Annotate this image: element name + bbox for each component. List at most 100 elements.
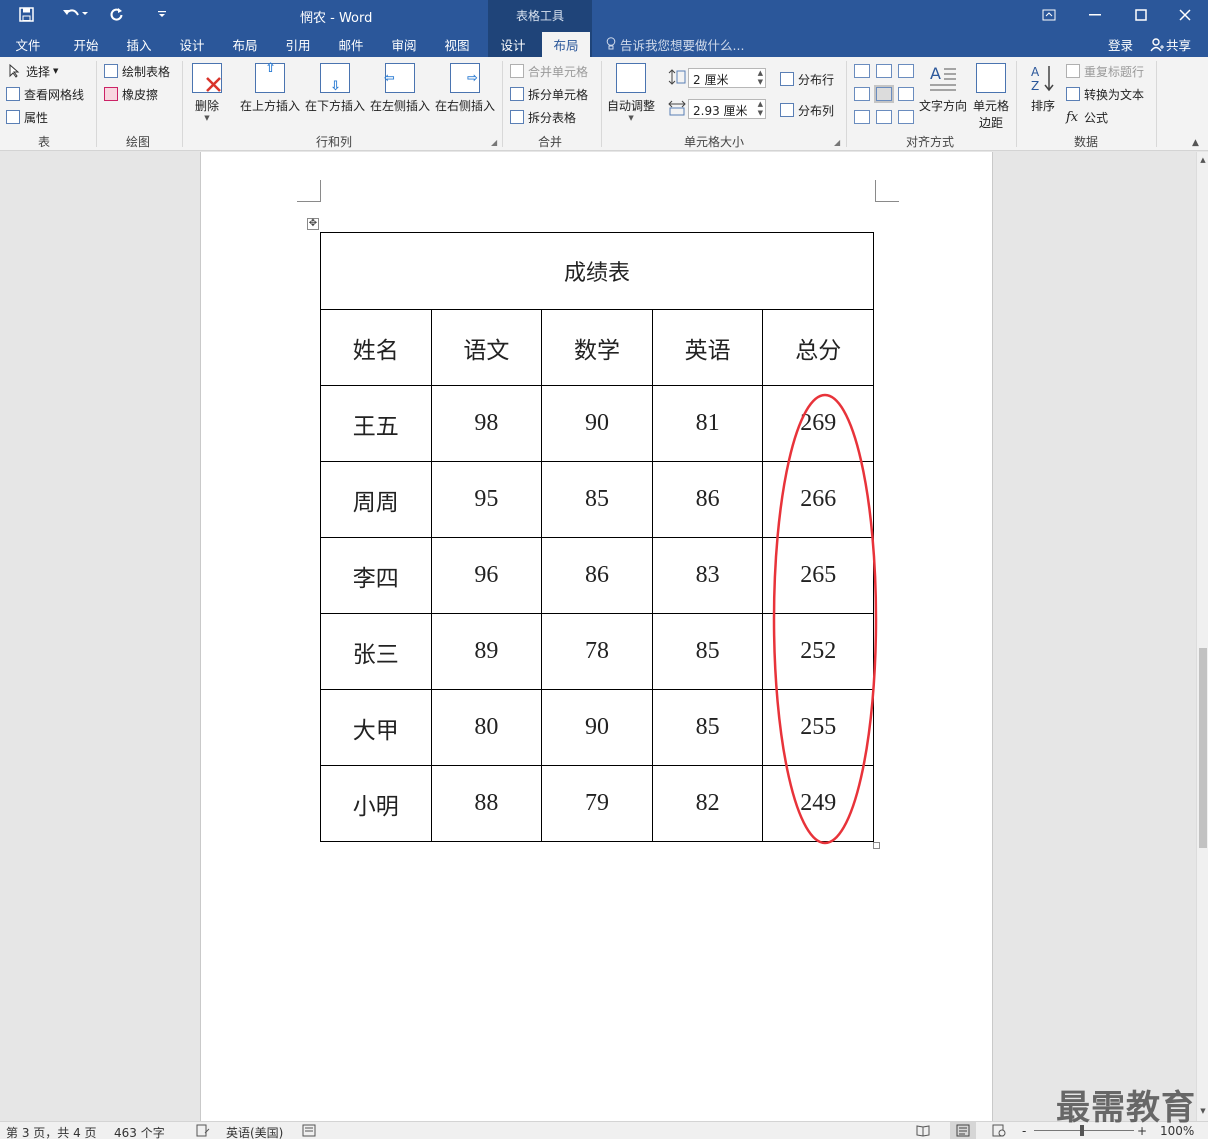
minimize-button[interactable] [1072,0,1118,30]
tab-insert[interactable]: 插入 [119,35,159,57]
table-header-cell[interactable]: 英语 [651,309,764,386]
split-table-button[interactable]: 拆分表格 [510,107,576,127]
page-count[interactable]: 第 3 页，共 4 页 [6,1124,97,1139]
align-middle-left-icon[interactable] [854,87,870,101]
word-count[interactable]: 463 个字 [114,1124,165,1139]
text-direction-button[interactable]: A 文字方向 [919,63,967,114]
student-name-cell[interactable]: 王五 [320,385,432,462]
student-name-cell[interactable]: 张三 [320,613,432,690]
redo-icon[interactable] [104,3,128,25]
total-score-cell[interactable]: 269 [762,385,874,462]
delete-button[interactable]: 删除 ▼ [192,63,222,122]
language-indicator[interactable]: 英语(美国) [226,1124,283,1139]
repeat-header-rows-button[interactable]: 重复标题行 [1066,61,1144,81]
align-bottom-right-icon[interactable] [898,110,914,124]
align-top-center-icon[interactable] [876,64,892,78]
view-gridlines-button[interactable]: 查看网格线 [6,84,84,104]
web-layout-icon[interactable] [992,1124,1006,1139]
autofit-button[interactable]: 自动调整 ▼ [607,63,655,122]
dialog-launcher-icon[interactable]: ◢ [491,139,499,147]
tell-me-search[interactable]: 告诉我您想要做什么... [606,35,744,54]
formula-button[interactable]: fx 公式 [1066,107,1108,127]
table-move-handle-icon[interactable]: ✥ [307,218,319,230]
score-cell[interactable]: 86 [651,461,764,538]
save-icon[interactable] [14,3,38,25]
score-cell[interactable]: 88 [430,765,543,842]
score-cell[interactable]: 96 [430,537,543,614]
align-middle-right-icon[interactable] [898,87,914,101]
score-cell[interactable]: 85 [651,613,764,690]
spinner-arrows-icon[interactable]: ▲ ▼ [758,69,763,87]
score-cell[interactable]: 95 [430,461,543,538]
row-height-input[interactable]: 2 厘米 ▲ ▼ [688,68,766,88]
table-title-cell[interactable]: 成绩表 [320,232,874,310]
insert-below-button[interactable]: ⇩ 在下方插入 [305,63,365,114]
score-cell[interactable]: 82 [651,765,764,842]
sort-button[interactable]: AZ 排序 [1028,63,1058,114]
sign-in-link[interactable]: 登录 [1108,35,1133,54]
score-table[interactable]: 成绩表 姓名 语文 数学 英语 总分 王五 98 90 81 269 周周 95 85 86 266 李四 96… [320,232,874,842]
merge-cells-button[interactable]: 合并单元格 [510,61,588,81]
student-name-cell[interactable]: 小明 [320,765,432,842]
tab-mailings[interactable]: 邮件 [331,35,371,57]
column-width-input[interactable]: 2.93 厘米 ▲ ▼ [688,99,766,119]
zoom-slider-track[interactable] [1034,1130,1134,1131]
ribbon-display-options-icon[interactable] [1026,0,1072,30]
spinner-arrows-icon[interactable]: ▲ ▼ [758,100,763,118]
proofing-icon[interactable] [196,1124,210,1139]
score-cell[interactable]: 80 [430,689,543,766]
score-cell[interactable]: 78 [541,613,653,690]
eraser-button[interactable]: 橡皮擦 [104,84,158,104]
score-cell[interactable]: 79 [541,765,653,842]
insert-left-button[interactable]: ⇦ 在左侧插入 [370,63,430,114]
align-bottom-center-icon[interactable] [876,110,892,124]
table-header-cell[interactable]: 姓名 [320,309,432,386]
tab-references[interactable]: 引用 [278,35,318,57]
print-layout-icon[interactable] [950,1122,976,1139]
align-top-right-icon[interactable] [898,64,914,78]
total-score-cell[interactable]: 249 [762,765,874,842]
collapse-ribbon-icon[interactable]: ▲ [1192,138,1199,148]
tab-home[interactable]: 开始 [66,35,106,57]
cell-margins-button[interactable]: 单元格 边距 [973,63,1009,131]
tab-view[interactable]: 视图 [437,35,477,57]
share-button[interactable]: 共享 [1146,32,1195,54]
student-name-cell[interactable]: 大甲 [320,689,432,766]
draw-table-button[interactable]: 绘制表格 [104,61,170,81]
table-header-cell[interactable]: 数学 [541,309,653,386]
student-name-cell[interactable]: 周周 [320,461,432,538]
read-mode-icon[interactable] [916,1124,930,1139]
align-top-left-icon[interactable] [854,64,870,78]
insert-above-button[interactable]: ⇧ 在上方插入 [240,62,300,114]
maximize-button[interactable] [1118,0,1164,30]
total-score-cell[interactable]: 255 [762,689,874,766]
tab-layout[interactable]: 布局 [225,35,265,57]
table-header-cell[interactable]: 语文 [430,309,543,386]
table-resize-handle[interactable] [873,842,880,849]
score-cell[interactable]: 86 [541,537,653,614]
distribute-cols-button[interactable]: 分布列 [780,100,834,120]
align-bottom-left-icon[interactable] [854,110,870,124]
tab-design[interactable]: 设计 [172,35,212,57]
tab-file[interactable]: 文件 [8,35,48,57]
vertical-scrollbar[interactable]: ▲ ▼ [1196,152,1208,1121]
close-button[interactable] [1162,0,1208,30]
zoom-out-button[interactable]: - [1022,1124,1026,1138]
macro-record-icon[interactable] [302,1124,316,1139]
total-score-cell[interactable]: 265 [762,537,874,614]
score-cell[interactable]: 90 [541,385,653,462]
score-cell[interactable]: 83 [651,537,764,614]
undo-icon[interactable] [58,3,92,25]
score-cell[interactable]: 81 [651,385,764,462]
convert-to-text-button[interactable]: 转换为文本 [1066,84,1144,104]
scroll-up-icon[interactable]: ▲ [1197,156,1208,166]
distribute-rows-button[interactable]: 分布行 [780,69,834,89]
select-button[interactable]: 选择 ▼ [8,61,58,81]
student-name-cell[interactable]: 李四 [320,537,432,614]
tab-table-layout[interactable]: 布局 [542,32,590,57]
align-middle-center-icon[interactable] [874,85,894,103]
score-cell[interactable]: 85 [541,461,653,538]
dialog-launcher-icon[interactable]: ◢ [834,139,842,147]
split-cells-button[interactable]: 拆分单元格 [510,84,588,104]
scrollbar-thumb[interactable] [1199,648,1207,848]
